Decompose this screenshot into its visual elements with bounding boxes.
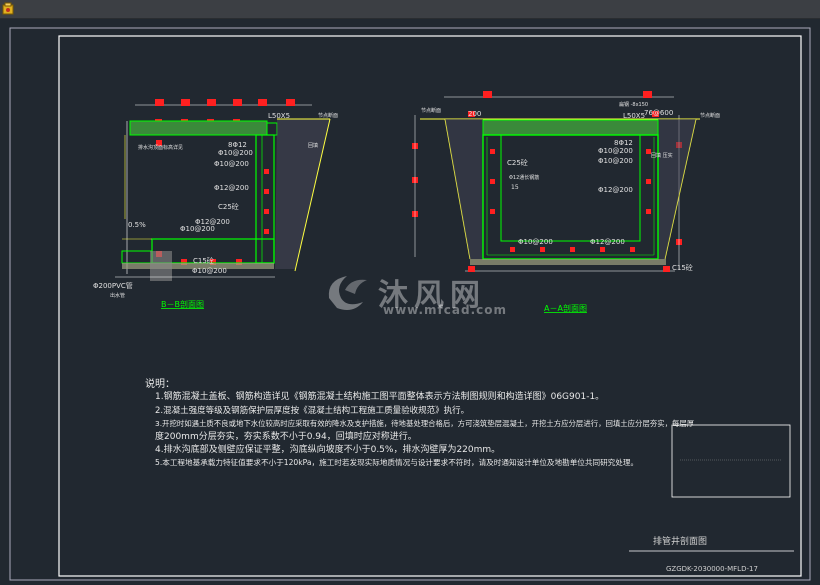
note-item: 5.本工程地基承载力特征值要求不小于120kPa，施工时若发现实际地质情况与设计… xyxy=(155,458,639,467)
bb-label-angle: L50X5 xyxy=(268,112,290,120)
drawing-number: GZGDK-2030000-MFLD-17 xyxy=(666,565,758,573)
aa-label-r5: Φ12@200 xyxy=(590,238,625,246)
aa-label-angle: L50X5 xyxy=(623,112,645,120)
aa-label-dim200: 200 xyxy=(468,110,481,118)
bb-label-r1: Φ10@200 xyxy=(218,149,253,157)
bb-label-r3: Φ12@200 xyxy=(214,184,249,192)
bb-label-rebar-top: 8Φ12 xyxy=(228,141,247,149)
aa-label-mid-note: Φ12通长钢筋 xyxy=(509,174,539,181)
title-block xyxy=(671,424,791,498)
watermark-logo-icon xyxy=(328,276,367,310)
bb-label-r5: Φ10@200 xyxy=(180,225,215,233)
aa-label-c15: C15砼 xyxy=(672,263,693,272)
aa-label-steel: 扁钢 -8x150 xyxy=(619,101,648,108)
bb-label-note-right: 回填 xyxy=(308,142,318,149)
aa-label-r4: Φ10@200 xyxy=(518,238,553,246)
aa-label-c25: C25砼 xyxy=(507,158,528,167)
aa-label-r1: Φ10@200 xyxy=(598,147,633,155)
bb-label-top-right: 节点断面 xyxy=(318,112,338,119)
aa-label-r2: Φ10@200 xyxy=(598,157,633,165)
aa-label-grate: 76@600 xyxy=(644,109,673,117)
bb-label-r2: Φ10@200 xyxy=(214,160,249,168)
bb-label-bottom-conc: C15砼 xyxy=(193,256,214,265)
aa-label-r3: Φ12@200 xyxy=(598,186,633,194)
bb-label-r6: Φ10@200 xyxy=(192,267,227,275)
bb-label-pipe-sub: 出水管 xyxy=(110,292,125,299)
bb-title: B－B剖面图 xyxy=(161,299,204,309)
aa-label-backfill: 回填 压实 xyxy=(651,152,673,159)
bb-label-note-left: 排水沟顶面标高详见 xyxy=(138,144,183,151)
bb-label-concrete: C25砼 xyxy=(218,202,239,211)
app-icon[interactable] xyxy=(2,2,16,15)
aa-label-right-top: 节点断面 xyxy=(700,112,720,119)
bb-label-slope: 0.5% xyxy=(128,221,146,229)
toolbar xyxy=(0,0,820,19)
notes-heading: 说明： xyxy=(145,379,175,390)
aa-title: A－A剖面图 xyxy=(544,303,587,313)
watermark-url: www.mfcad.com xyxy=(383,303,507,317)
bb-label-pipe: Φ200PVC管 xyxy=(93,281,133,290)
section-bb: 节点断面 L50X5 8Φ12 Φ10@200 Φ10@200 Φ12@200 … xyxy=(93,99,338,309)
aa-label-mid-note2: 15 xyxy=(511,184,519,191)
sheet-title: 排管井剖面图 xyxy=(653,537,708,547)
aa-label-rebar-top: 8Φ12 xyxy=(614,139,633,147)
aa-label-left-top: 节点断面 xyxy=(421,107,441,114)
